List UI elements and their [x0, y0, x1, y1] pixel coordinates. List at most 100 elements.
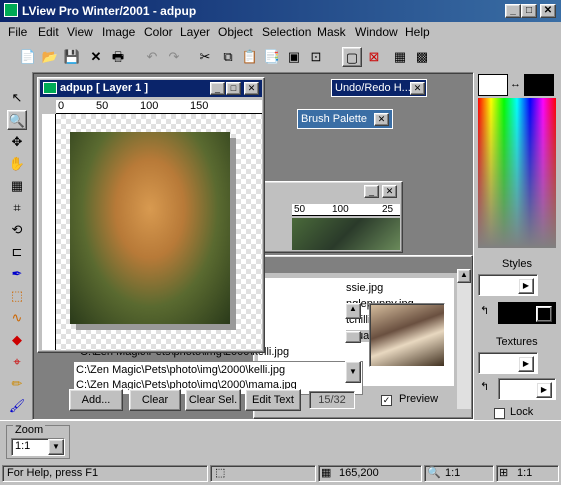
menu-mask[interactable]: Mask — [317, 25, 346, 39]
menu-help[interactable]: Help — [405, 25, 430, 39]
add-button[interactable]: Add... — [69, 389, 123, 411]
frame-icon[interactable]: ▢ — [342, 47, 362, 67]
browser-scroll-up[interactable]: ▲ — [457, 269, 471, 283]
preview-checkbox[interactable]: ✓ — [381, 395, 392, 406]
edit-text-button[interactable]: Edit Text — [245, 389, 301, 411]
menu-view[interactable]: View — [67, 25, 93, 39]
redo-icon[interactable]: ↷ — [164, 47, 184, 67]
rect-select-icon[interactable]: ⬚ — [7, 286, 27, 306]
maximize-button[interactable]: □ — [521, 4, 537, 18]
fill-tool-icon[interactable]: ◆ — [7, 330, 27, 350]
close-doc-icon[interactable]: ✕ — [86, 47, 106, 67]
styles-dropdown-button[interactable]: ▶ — [518, 278, 534, 294]
print-icon[interactable]: 🖶 — [108, 47, 128, 67]
brush-icon[interactable]: 🖌 — [7, 396, 27, 416]
bg-ruler: 50 100 25 — [292, 204, 400, 216]
textures-dropdown-button[interactable]: ▶ — [518, 356, 534, 372]
menu-object[interactable]: Object — [218, 25, 253, 39]
toolbar: 📄 📂 💾 ✕ 🖶 ↶ ↷ ✂ ⧉ 📋 📑 ▣ ⊡ ▢ ⊠ ▦ ▩ — [0, 42, 561, 72]
rotate-tool-icon[interactable]: ⟲ — [7, 220, 27, 240]
hand-tool-icon[interactable]: ✋ — [7, 154, 27, 174]
undo-icon[interactable]: ↶ — [142, 47, 162, 67]
fg-style-dropdown[interactable]: ▶ — [536, 306, 552, 322]
clear-sel-button[interactable]: Clear Sel. — [185, 389, 241, 411]
menu-selection[interactable]: Selection — [262, 25, 311, 39]
new-icon[interactable]: 📄 — [18, 47, 38, 67]
clear-button[interactable]: Clear — [129, 389, 181, 411]
tool-palette: ↖ 🔍 ✥ ✋ ▦ ⌗ ⟲ ⊏ ✒ ⬚ ∿ ◆ ⌖ ✏ 🖌 — [4, 80, 30, 418]
list-scroll-thumb[interactable] — [345, 331, 361, 343]
bg-min-button[interactable]: _ — [364, 185, 379, 198]
menu-window[interactable]: Window — [355, 25, 398, 39]
bg-ruler-label: 25 — [382, 204, 394, 215]
ruler-label: 150 — [190, 100, 209, 112]
menu-image[interactable]: Image — [102, 25, 135, 39]
image-max-button[interactable]: □ — [226, 82, 241, 95]
menu-color[interactable]: Color — [144, 25, 173, 39]
pencil-icon[interactable]: ✏ — [7, 374, 27, 394]
list-scroll-up[interactable]: ▲ — [345, 303, 361, 319]
color-palette[interactable] — [478, 98, 556, 248]
foreground-color-swatch[interactable] — [524, 74, 554, 96]
pen-tool-icon[interactable]: ✒ — [7, 264, 27, 284]
open-icon[interactable]: 📂 — [40, 47, 60, 67]
app-icon — [4, 3, 18, 17]
fg-texture-dropdown[interactable]: ▶ — [536, 382, 552, 398]
image-window[interactable]: adpup [ Layer 1 ] _ □ ✕ 0 50 100 150 — [37, 77, 265, 353]
file-item[interactable]: ssie.jpg — [346, 282, 383, 294]
brush-palette-title: Brush Palette — [301, 113, 368, 125]
zoom-tool-icon[interactable]: 🔍 — [7, 110, 27, 130]
lock-checkbox[interactable] — [494, 408, 505, 419]
zoom-dropdown-icon[interactable]: ▼ — [48, 439, 64, 455]
save-icon[interactable]: 💾 — [62, 47, 82, 67]
status-coords-box: ▦ 165,200 — [318, 465, 422, 482]
textures-swap-icon[interactable]: ↰ — [480, 380, 489, 393]
file-item[interactable]: C:\Zen Magic\Pets\photo\img\2000\kelli.j… — [76, 364, 285, 376]
bg-close-button[interactable]: ✕ — [382, 185, 397, 198]
canvas[interactable] — [56, 114, 262, 350]
no-frame-icon[interactable]: ⊠ — [364, 47, 384, 67]
cut-icon[interactable]: ✂ — [195, 47, 215, 67]
undo-redo-window[interactable]: Undo/Redo H... ✕ — [331, 79, 427, 97]
close-button[interactable]: ✕ — [540, 4, 556, 18]
pointer-tool-icon[interactable]: ↖ — [7, 88, 27, 108]
undo-close-button[interactable]: ✕ — [410, 82, 425, 95]
move-tool-icon[interactable]: ✥ — [7, 132, 27, 152]
list-scroll-down[interactable]: ▼ — [345, 361, 361, 383]
lasso-select-icon[interactable]: ∿ — [7, 308, 27, 328]
workspace: _ ✕ 50 100 25 ssie.jpg nglepuppy.jpg tch… — [32, 72, 474, 420]
grid-tool-icon[interactable]: ▦ — [7, 176, 27, 196]
minimize-button[interactable]: _ — [505, 4, 521, 18]
histogram-icon[interactable]: ▦ — [390, 47, 410, 67]
transform-tool-icon[interactable]: ⌗ — [7, 198, 27, 218]
status-selection: ⬚ — [210, 465, 316, 482]
background-window[interactable]: _ ✕ 50 100 25 — [261, 181, 403, 253]
eyedropper-icon[interactable]: ⌖ — [7, 352, 27, 372]
menu-file[interactable]: File — [8, 25, 27, 39]
background-color-swatch[interactable] — [478, 74, 508, 96]
file-counter: 15/32 — [309, 391, 355, 409]
menu-layer[interactable]: Layer — [180, 25, 210, 39]
right-panel: ↔ Styles ▶ ↰ ▶ Textures ▶ ↰ ▶ Lock — [474, 72, 561, 420]
brush-palette-window[interactable]: Brush Palette ✕ — [297, 109, 393, 129]
menu-edit[interactable]: Edit — [38, 25, 59, 39]
browser-vscroll[interactable]: ▲ — [457, 269, 471, 409]
grid-icon[interactable]: ▩ — [412, 47, 432, 67]
crop-icon[interactable]: ⊡ — [306, 47, 326, 67]
status-zoom2: 1:1 — [517, 467, 533, 479]
copy-icon[interactable]: ⧉ — [218, 47, 238, 67]
image-min-button[interactable]: _ — [210, 82, 225, 95]
crop-tool-icon[interactable]: ⊏ — [7, 242, 27, 262]
status-bar: For Help, press F1 ⬚ ▦ 165,200 🔍 1:1 ⊞ 1… — [0, 462, 561, 485]
brush-close-button[interactable]: ✕ — [374, 113, 389, 126]
paste-new-icon[interactable]: 📑 — [262, 47, 282, 67]
undo-redo-title: Undo/Redo H... — [335, 82, 411, 94]
duplicate-icon[interactable]: ▣ — [284, 47, 304, 67]
paste-icon[interactable]: 📋 — [240, 47, 260, 67]
image-close-button[interactable]: ✕ — [244, 82, 259, 95]
zoom-label: Zoom — [13, 424, 46, 436]
swap-colors-icon[interactable]: ↔ — [510, 78, 521, 90]
styles-swap-icon[interactable]: ↰ — [480, 304, 489, 317]
zoom-select[interactable]: 1:1 ▼ — [11, 438, 65, 456]
window-title: LView Pro Winter/2001 - adpup — [22, 4, 197, 18]
